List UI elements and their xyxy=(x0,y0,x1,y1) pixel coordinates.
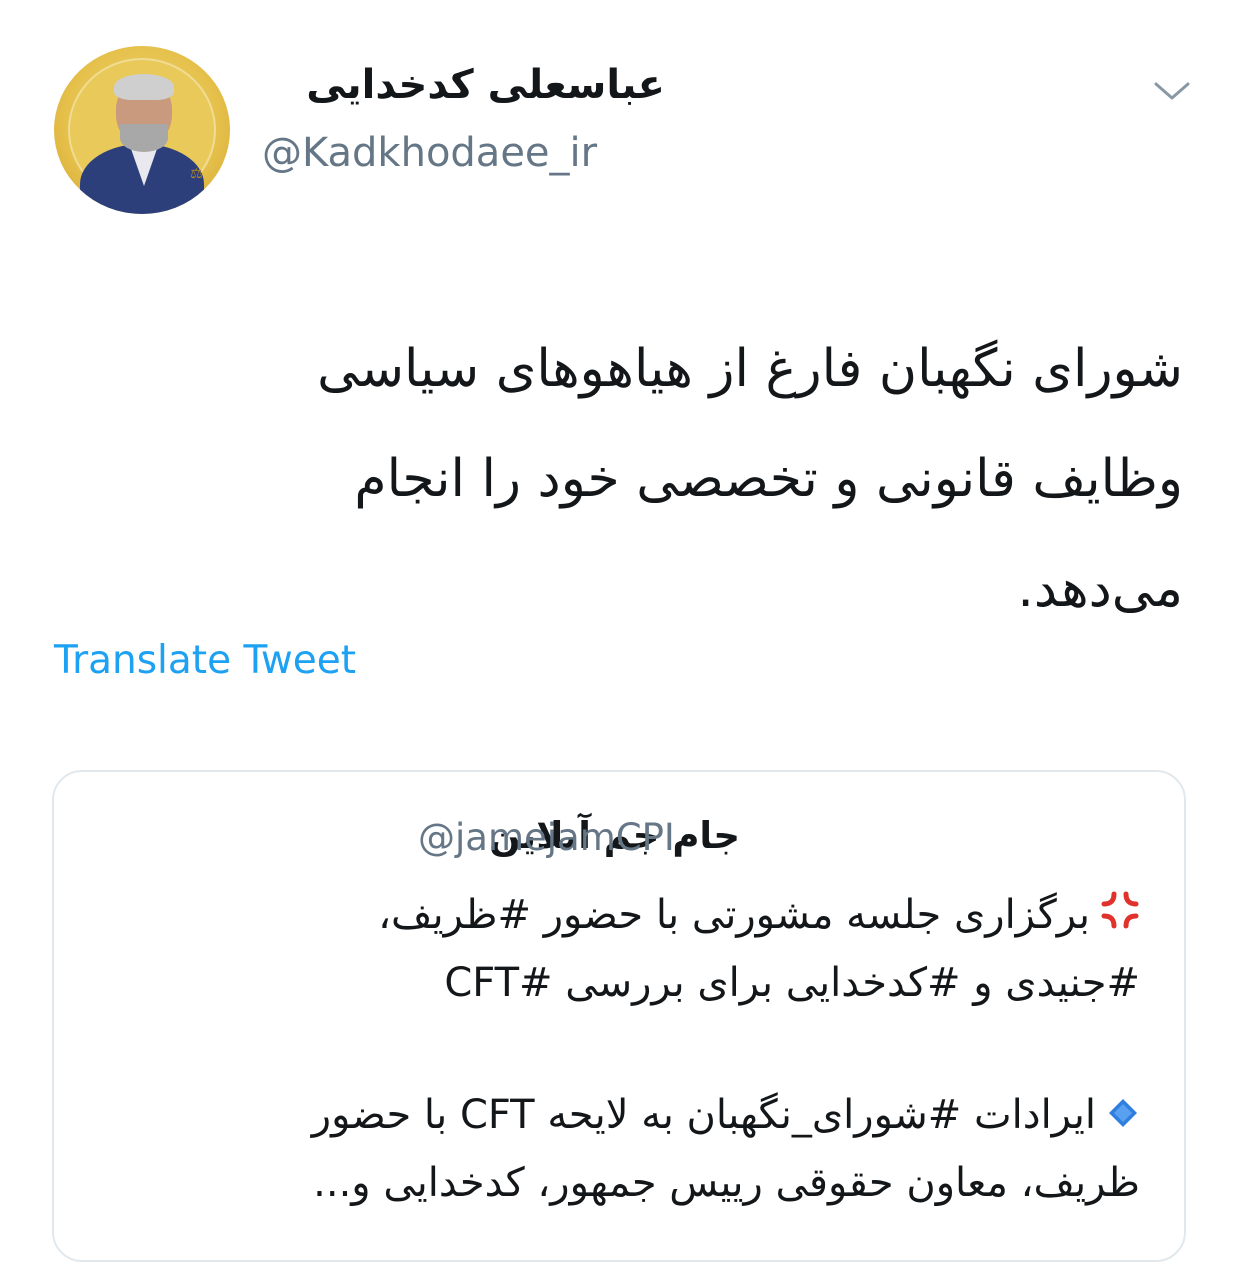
quoted-tweet-line: ایرادات #شورای_نگهبان به لایحه CFT با حض… xyxy=(100,1082,1140,1150)
avatar-hair xyxy=(114,74,174,100)
tweet-text-line: شورای نگهبان فارغ از هیاهوهای سیاسی xyxy=(317,339,1183,399)
quoted-tweet-line-text: برگزاری جلسه مشورتی با حضور #ظریف، xyxy=(378,892,1090,938)
quoted-tweet-line-text: ایرادات #شورای_نگهبان به لایحه CFT با حض… xyxy=(311,1092,1096,1138)
quoted-tweet-line: ظریف، معاون حقوقی رییس جمهور، کدخدایی و.… xyxy=(313,1160,1140,1206)
quoted-tweet-line: #جنیدی و #کدخدایی برای بررسی #CFT xyxy=(444,960,1140,1006)
tweet-text: شورای نگهبان فارغ از هیاهوهای سیاسی وظای… xyxy=(83,314,1183,644)
avatar[interactable]: ⚖ xyxy=(54,46,230,214)
anger-symbol-icon xyxy=(1100,884,1140,950)
quoted-tweet-card[interactable]: جام جم آنلاین @jamejamCPI برگزاری جلسه م… xyxy=(52,770,1186,1262)
avatar-beard xyxy=(120,124,168,152)
quoted-tweet-handle: @jamejamCPI xyxy=(418,816,675,859)
small-blue-diamond-icon xyxy=(1106,1084,1140,1150)
chevron-down-icon-svg xyxy=(1154,82,1190,100)
chevron-down-icon[interactable] xyxy=(1152,76,1192,106)
author-handle[interactable]: @Kadkhodaee_ir xyxy=(262,130,597,176)
tweet-text-line: می‌دهد. xyxy=(1017,559,1183,619)
translate-tweet-link[interactable]: Translate Tweet xyxy=(54,638,356,683)
quoted-tweet-spacer xyxy=(100,1016,1140,1082)
quoted-tweet-text: برگزاری جلسه مشورتی با حضور #ظریف، #جنید… xyxy=(100,882,1140,1216)
quoted-tweet-line: برگزاری جلسه مشورتی با حضور #ظریف، xyxy=(100,882,1140,950)
tweet-text-line: وظایف قانونی و تخصصی خود را انجام xyxy=(354,449,1183,509)
author-display-name[interactable]: عباسعلی کدخدایی xyxy=(306,62,665,108)
avatar-logo-icon: ⚖ xyxy=(190,166,203,182)
